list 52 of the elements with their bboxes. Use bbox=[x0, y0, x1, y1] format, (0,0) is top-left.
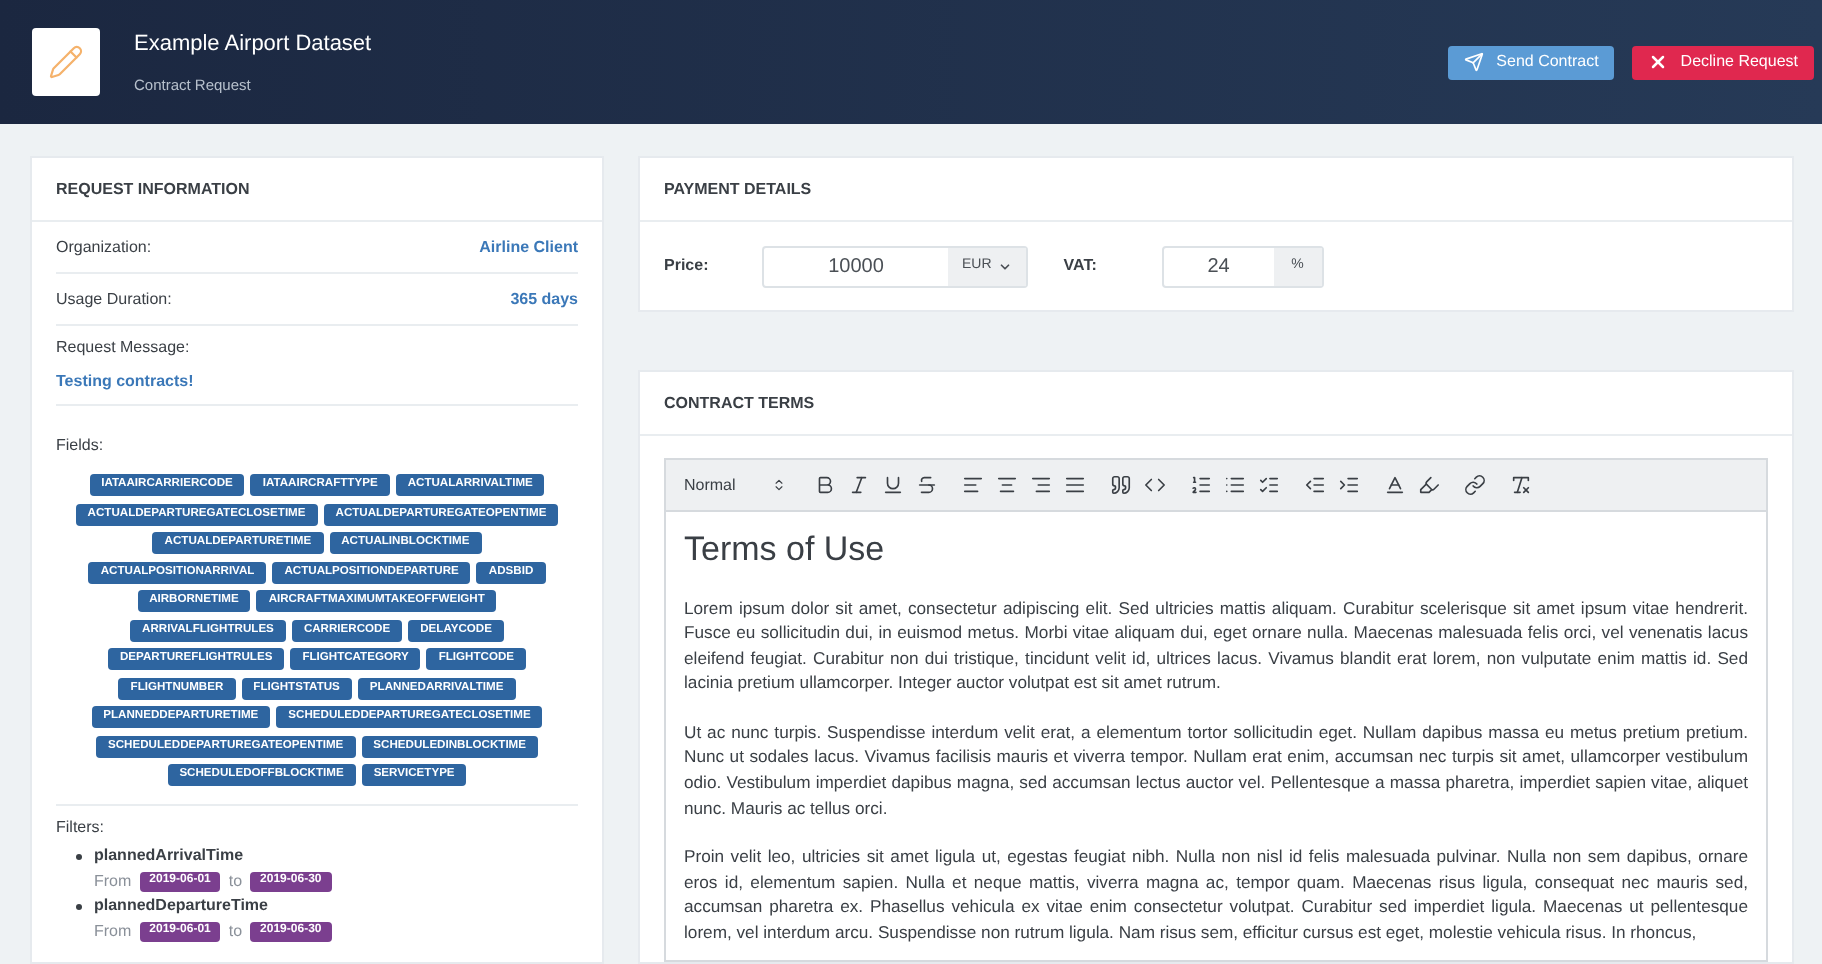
info-value: 365 days bbox=[510, 287, 578, 311]
checklist-icon[interactable] bbox=[1257, 473, 1282, 497]
italic-icon[interactable] bbox=[847, 473, 872, 497]
paragraph: Ut ac nunc turpis. Suspendisse interdum velit erat, a elementum tortor sollicitudin eget. Nullam dapibus massa eu metus pretium pretium. Nunc ut sodales lacus. Vivamus facilisis mauris et viverra tempor. Nullam erat enim, accumsan nec turpis sit amet, ullamcorper vestibulum odio. Vestibulum imperdiet dapibus magna, sed accumsan lectus auctor vel. Pellentesque a massa pharetra, imperdiet sapien vitae, aliquet nunc. Mauris ac tellus orci. bbox=[684, 719, 1748, 821]
from-label: From bbox=[94, 919, 132, 943]
indent-icon[interactable] bbox=[1337, 473, 1362, 497]
bold-icon[interactable] bbox=[813, 473, 838, 497]
filter-name: plannedArrivalTime bbox=[94, 844, 244, 868]
align-left-icon[interactable] bbox=[961, 473, 986, 497]
outdent-icon[interactable] bbox=[1303, 473, 1328, 497]
format-select[interactable]: Normal bbox=[684, 473, 786, 497]
to-label: to bbox=[228, 919, 243, 943]
caret-icon bbox=[997, 259, 1012, 273]
align-justify-icon[interactable] bbox=[1063, 473, 1088, 497]
align-center-icon[interactable] bbox=[995, 473, 1020, 497]
price-label: Price: bbox=[664, 254, 711, 278]
code-icon[interactable] bbox=[1143, 473, 1168, 497]
editor-heading: Terms of Use bbox=[684, 528, 887, 572]
info-label: Fields: bbox=[56, 436, 104, 454]
info-label: Filters: bbox=[56, 818, 104, 836]
paragraph: Lorem ipsum dolor sit amet, consectetur adipiscing elit. Sed ultricies mattis aliquam. Curabitur scelerisque sit amet ipsum vitae hendrerit. Fusce eu sollicitudin dui, in euismod metus. Morbi vitae aliquam dui, eget ornare nulla. Maecenas malesuada felis orci, vel venenatis lacus eleifend feugiat. Curabitur non dui tristique, tincidunt velit id, ultrices lacus. Vivamus blandit erat lorem, non vulputate enim mattis id. Sed lacinia pretium ullamcorper. Integer auctor volutpat est sit amet rutrum. bbox=[684, 595, 1748, 696]
filter-name: plannedDepartureTime bbox=[94, 894, 268, 918]
send-icon bbox=[1464, 52, 1485, 72]
link-icon[interactable] bbox=[1463, 473, 1488, 497]
to-label: to bbox=[228, 869, 243, 893]
info-label: Organization: bbox=[56, 235, 152, 259]
pencil-icon bbox=[48, 44, 84, 80]
info-label: Usage Duration: bbox=[56, 287, 172, 311]
numbered-list-icon[interactable] bbox=[1189, 473, 1214, 497]
close-icon bbox=[1648, 52, 1669, 72]
info-value: Airline Client bbox=[479, 235, 578, 259]
card-title: REQUEST INFORMATION bbox=[56, 177, 250, 201]
card-title: PAYMENT DETAILS bbox=[664, 177, 812, 201]
updown-icon bbox=[771, 478, 786, 492]
bullet-icon bbox=[76, 903, 82, 909]
highlight-icon[interactable] bbox=[1417, 473, 1442, 497]
vat-label: VAT: bbox=[1063, 254, 1099, 278]
text-color-icon[interactable] bbox=[1383, 473, 1408, 497]
align-right-icon[interactable] bbox=[1029, 473, 1054, 497]
info-label: Request Message: bbox=[56, 336, 192, 360]
paragraph: Proin velit leo, ultricies sit amet ligula ut, egestas feugiat nibh. Nulla non nisl id felis malesuada pulvinar. Nulla non sem dapibus, ornare eros id, elementum sapien. Nulla et neque mattis, viverra magna ac, tempor quam. Maecenas risus ligula, consequat nec mauris sed, accumsan pharetra ex. Phasellus vehicula ex vitae enim consectetur volutpat. Curabitur sed imperdiet ligula. Maecenas ut pellentesque lorem, vel interdum arcu. Suspendisse non rutrum ligula. Nam risus sem, efficitur cursus est eget, molestie vehicula risus. In rhoncus, bbox=[684, 844, 1748, 946]
clear-format-icon[interactable] bbox=[1509, 473, 1534, 497]
quote-icon[interactable] bbox=[1109, 473, 1134, 497]
dataset-title: Example Airport Dataset bbox=[134, 30, 372, 61]
text-editor[interactable] bbox=[664, 512, 1768, 962]
decline-request-button[interactable]: Decline Request bbox=[1632, 45, 1814, 79]
from-label: From bbox=[94, 869, 132, 893]
request-message: Testing contracts! bbox=[56, 370, 196, 394]
bullet-icon bbox=[76, 853, 82, 859]
strikethrough-icon[interactable] bbox=[915, 473, 940, 497]
card-title: CONTRACT TERMS bbox=[664, 391, 815, 415]
underline-icon[interactable] bbox=[881, 473, 906, 497]
